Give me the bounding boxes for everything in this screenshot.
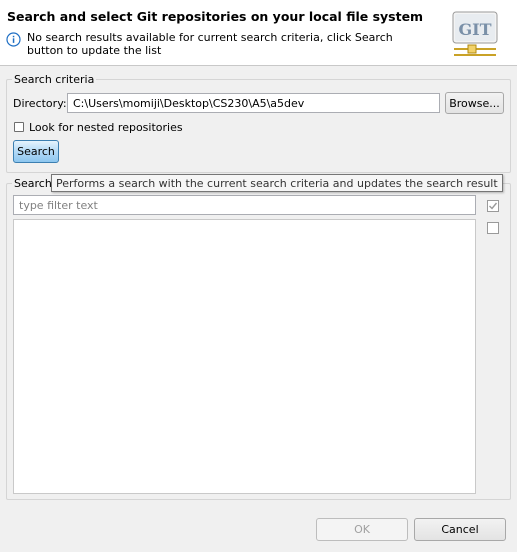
git-logo-text: GIT [458, 20, 491, 39]
nested-repositories-checkbox[interactable] [14, 122, 24, 132]
search-button-tooltip: Performs a search with the current searc… [51, 174, 503, 192]
wizard-header: Search and select Git repositories on yo… [0, 0, 517, 66]
select-all-icon[interactable] [486, 199, 500, 213]
search-button[interactable]: Search [13, 140, 59, 163]
nested-repositories-label: Look for nested repositories [29, 121, 183, 134]
wizard-title: Search and select Git repositories on yo… [7, 9, 424, 24]
wizard-message: No search results available for current … [27, 31, 393, 57]
info-icon [6, 32, 21, 47]
directory-input[interactable] [67, 93, 440, 113]
cancel-button[interactable]: Cancel [414, 518, 506, 541]
directory-label: Directory: [13, 97, 67, 110]
git-logo-icon: GIT [452, 11, 498, 56]
search-results-legend: Search [12, 177, 54, 190]
ok-button[interactable]: OK [316, 518, 408, 541]
filter-input[interactable] [13, 195, 476, 215]
deselect-all-icon[interactable] [486, 221, 500, 235]
search-criteria-legend: Search criteria [12, 73, 97, 86]
browse-button[interactable]: Browse... [445, 92, 504, 114]
repository-list[interactable] [13, 219, 476, 494]
